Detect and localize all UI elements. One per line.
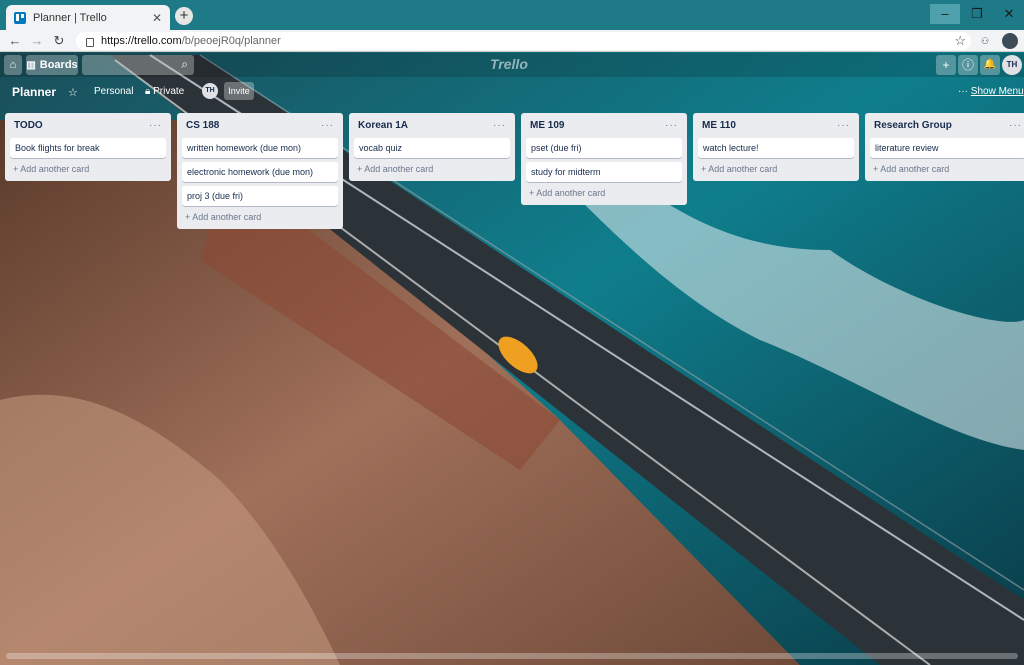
lock-icon: 🔒︎ bbox=[145, 86, 151, 97]
trello-logo[interactable]: Trello bbox=[490, 56, 528, 72]
list-menu-icon[interactable]: ··· bbox=[321, 120, 334, 131]
close-window-button[interactable]: ✕ bbox=[994, 4, 1024, 24]
list-6[interactable]: Research Group ··· literature review + Add … bbox=[865, 113, 1024, 181]
show-menu-button[interactable]: ··· Show Menu bbox=[958, 86, 1024, 97]
invite-button[interactable]: Invite bbox=[224, 82, 254, 100]
url-field[interactable]: https://trello.com/b/peoejR0q/planner ☆ bbox=[76, 32, 971, 50]
list-4[interactable]: ME 109 ··· pset (due fri) study for midterm… bbox=[521, 113, 687, 205]
list-header: TODO ··· bbox=[10, 117, 166, 134]
list-header: Korean 1A ··· bbox=[354, 117, 510, 134]
card[interactable]: pset (due fri) bbox=[526, 138, 682, 158]
list-title[interactable]: TODO bbox=[14, 120, 43, 131]
list-title[interactable]: CS 188 bbox=[186, 120, 219, 131]
list-menu-icon[interactable]: ··· bbox=[665, 120, 678, 131]
add-card-button[interactable]: + Add another card bbox=[182, 206, 338, 226]
board-title[interactable]: Planner bbox=[12, 85, 56, 99]
list-menu-icon[interactable]: ··· bbox=[837, 120, 850, 131]
reload-icon[interactable]: ↻ bbox=[50, 32, 68, 50]
tab-close-icon[interactable]: ✕ bbox=[152, 11, 162, 25]
show-menu-label: Show Menu bbox=[970, 86, 1024, 97]
boards-icon: ▥ bbox=[26, 59, 36, 71]
add-button[interactable]: + bbox=[936, 55, 956, 75]
list-3[interactable]: Korean 1A ··· vocab quiz + Add another card bbox=[349, 113, 515, 181]
add-card-button[interactable]: + Add another card bbox=[698, 158, 854, 178]
list-title[interactable]: ME 110 bbox=[702, 120, 736, 131]
list-title[interactable]: Research Group bbox=[874, 120, 952, 131]
list-header: ME 109 ··· bbox=[526, 117, 682, 134]
new-tab-button[interactable]: + bbox=[175, 7, 193, 25]
list-header: Research Group ··· bbox=[870, 117, 1024, 134]
list-5[interactable]: ME 110 ··· watch lecture! + Add another car… bbox=[693, 113, 859, 181]
card[interactable]: proj 3 (due fri) bbox=[182, 186, 338, 206]
list-title[interactable]: Korean 1A bbox=[358, 120, 408, 131]
home-icon: ⌂ bbox=[9, 59, 17, 71]
list-menu-icon[interactable]: ··· bbox=[1009, 120, 1022, 131]
team-button[interactable]: Personal bbox=[94, 86, 133, 97]
notification-bell-icon[interactable]: 🔔 bbox=[980, 55, 1000, 75]
maximize-button[interactable]: ❐ bbox=[962, 4, 992, 24]
trello-favicon-icon bbox=[14, 11, 26, 24]
card[interactable]: Book flights for break bbox=[10, 138, 166, 158]
list-header: CS 188 ··· bbox=[182, 117, 338, 134]
forward-arrow-icon[interactable]: → bbox=[28, 32, 46, 50]
boards-button[interactable]: ▥ Boards bbox=[26, 55, 78, 75]
minimize-button[interactable]: – bbox=[930, 4, 960, 24]
address-bar-row: ← → ↻ https://trello.com/b/peoejR0q/plan… bbox=[0, 30, 1024, 52]
bookmark-star-icon[interactable]: ☆ bbox=[954, 33, 966, 49]
add-card-button[interactable]: + Add another card bbox=[526, 182, 682, 202]
list-1[interactable]: TODO ··· Book flights for break + Add anoth… bbox=[5, 113, 171, 181]
browser-tab[interactable]: Planner | Trello ✕ bbox=[6, 5, 170, 30]
card[interactable]: watch lecture! bbox=[698, 138, 854, 158]
visibility-button[interactable]: 🔒︎ Private bbox=[145, 86, 184, 97]
member-avatar[interactable]: TH bbox=[202, 83, 218, 99]
url-path: /b/peoejR0q/planner bbox=[181, 35, 281, 47]
tab-title: Planner | Trello bbox=[33, 11, 107, 24]
home-button[interactable]: ⌂ bbox=[4, 55, 22, 75]
search-icon: ⌕ bbox=[181, 57, 188, 71]
visibility-label: Private bbox=[153, 86, 185, 97]
card[interactable]: literature review bbox=[870, 138, 1024, 158]
card[interactable]: vocab quiz bbox=[354, 138, 510, 158]
back-arrow-icon[interactable]: ← bbox=[6, 32, 24, 50]
user-avatar[interactable]: TH bbox=[1002, 55, 1022, 75]
lock-icon bbox=[86, 37, 94, 47]
list-menu-icon[interactable]: ··· bbox=[149, 120, 162, 131]
url-host: https://trello.com bbox=[101, 35, 182, 47]
browser-titlebar: Planner | Trello ✕ + – ❐ ✕ bbox=[0, 0, 1024, 30]
card[interactable]: written homework (due mon) bbox=[182, 138, 338, 158]
board-header: Planner ☆ Personal 🔒︎ Private TH Invite … bbox=[0, 80, 1024, 104]
profile-icon[interactable] bbox=[1002, 33, 1018, 49]
card[interactable]: study for midterm bbox=[526, 162, 682, 182]
list-menu-icon[interactable]: ··· bbox=[493, 120, 506, 131]
card[interactable]: electronic homework (due mon) bbox=[182, 162, 338, 182]
add-card-button[interactable]: + Add another card bbox=[354, 158, 510, 178]
list-2[interactable]: CS 188 ··· written homework (due mon) elect… bbox=[177, 113, 343, 229]
more-dots-icon: ··· bbox=[958, 86, 968, 97]
boards-label: Boards bbox=[39, 59, 78, 71]
info-button[interactable]: ⓘ bbox=[958, 55, 978, 75]
add-card-button[interactable]: + Add another card bbox=[870, 158, 1024, 178]
list-header: ME 110 ··· bbox=[698, 117, 854, 134]
list-title[interactable]: ME 109 bbox=[530, 120, 564, 131]
add-card-button[interactable]: + Add another card bbox=[10, 158, 166, 178]
search-input[interactable]: ⌕ bbox=[82, 55, 194, 75]
extension-icon[interactable]: ⚇ bbox=[981, 32, 995, 50]
star-icon[interactable]: ☆ bbox=[68, 86, 78, 99]
horizontal-scrollbar[interactable] bbox=[6, 653, 1018, 659]
